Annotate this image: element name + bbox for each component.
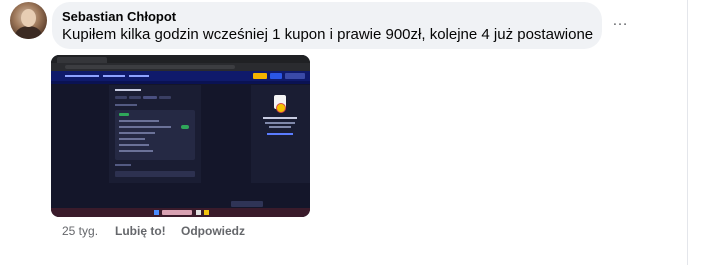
comment-author[interactable]: Sebastian Chłopot bbox=[62, 9, 176, 24]
comment-time[interactable]: 25 tyg. bbox=[62, 224, 98, 238]
folder-icon bbox=[204, 210, 209, 215]
comment-bubble: Sebastian Chłopot Kupiłem kilka godzin w… bbox=[52, 2, 602, 49]
nav-link bbox=[103, 75, 125, 77]
stake-label bbox=[115, 164, 131, 166]
filter-chip bbox=[143, 96, 157, 99]
coupon-line bbox=[119, 144, 149, 146]
more-options-icon[interactable]: … bbox=[612, 12, 629, 30]
coupon-line bbox=[119, 126, 171, 128]
taskbar-search bbox=[162, 210, 192, 215]
coupon-line bbox=[119, 150, 153, 152]
panel-title bbox=[115, 89, 141, 91]
app-navbar bbox=[51, 71, 310, 81]
address-field bbox=[65, 65, 235, 69]
app-subnav bbox=[51, 81, 310, 84]
browser-tab-bar bbox=[51, 55, 310, 63]
coupon-footer-button bbox=[115, 171, 195, 177]
coupons-panel bbox=[109, 85, 201, 183]
popup bbox=[231, 201, 263, 207]
like-button[interactable]: Lubię to! bbox=[115, 224, 166, 238]
avatar-body bbox=[15, 26, 42, 39]
betslip-line bbox=[265, 122, 295, 124]
windows-icon bbox=[154, 210, 159, 215]
attachment-screenshot[interactable] bbox=[51, 55, 310, 217]
coupon-line bbox=[119, 120, 159, 122]
account-button bbox=[270, 73, 282, 79]
betslip-line bbox=[269, 126, 291, 128]
browser-address-bar bbox=[51, 63, 310, 71]
comment-thread: Sebastian Chłopot Kupiłem kilka godzin w… bbox=[0, 0, 703, 265]
date-label bbox=[115, 104, 137, 106]
deposit-button bbox=[253, 73, 267, 79]
filter-chip bbox=[115, 96, 127, 99]
filter-chip bbox=[129, 96, 141, 99]
status-badge bbox=[119, 113, 129, 116]
avatar-face bbox=[21, 9, 36, 27]
toggle-icon bbox=[181, 125, 189, 129]
betslip-line bbox=[263, 117, 297, 119]
coupon-line bbox=[119, 132, 155, 134]
reply-button[interactable]: Odpowiedz bbox=[181, 224, 245, 238]
balance-display bbox=[285, 73, 305, 79]
coupon-card bbox=[115, 110, 195, 160]
taskbar-app-icon bbox=[196, 210, 201, 215]
coupon-line bbox=[119, 138, 145, 140]
betslip-link bbox=[267, 133, 293, 135]
taskbar bbox=[51, 208, 310, 217]
divider bbox=[687, 0, 688, 265]
betslip-panel bbox=[251, 85, 310, 183]
nav-link bbox=[129, 75, 149, 77]
ball-icon bbox=[276, 103, 286, 113]
avatar[interactable] bbox=[10, 2, 47, 39]
nav-link bbox=[65, 75, 99, 77]
filter-chip bbox=[159, 96, 171, 99]
comment-text: Kupiłem kilka godzin wcześniej 1 kupon i… bbox=[62, 26, 594, 43]
